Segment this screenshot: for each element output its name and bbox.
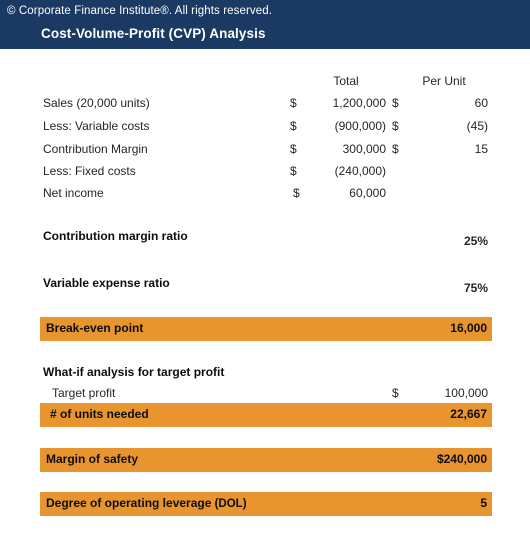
- variable-expense-ratio-label: Variable expense ratio: [43, 276, 170, 290]
- table-cell-per-unit: (45): [466, 119, 488, 133]
- table-row-label: Less: Variable costs: [43, 119, 150, 133]
- what-if-heading: What-if analysis for target profit: [43, 365, 225, 379]
- table-cell-total: 1,200,000: [332, 96, 386, 110]
- margin-of-safety-row: Margin of safety $240,000: [40, 448, 492, 472]
- variable-expense-ratio-value: 75%: [463, 281, 488, 295]
- dol-label-sub: (DOL): [211, 498, 247, 510]
- table-row-label: Sales (20,000 units): [43, 96, 150, 110]
- table-cell-total: 60,000: [349, 186, 386, 200]
- margin-of-safety-label: Margin of safety: [46, 452, 139, 466]
- table-cell-total: (240,000): [334, 164, 386, 178]
- column-header-per-unit: Per Unit: [422, 74, 466, 88]
- copyright-notice: © Corporate Finance Institute®. All righ…: [7, 5, 273, 17]
- break-even-value: 16,000: [450, 321, 487, 335]
- table-cell-per-unit: 15: [474, 142, 488, 156]
- table-row-label: Net income: [43, 186, 104, 200]
- target-profit-value: 100,000: [444, 386, 488, 400]
- dol-row: Degree of operating leverage (DOL) 5: [40, 492, 492, 516]
- table-row-label: Less: Fixed costs: [43, 164, 136, 178]
- dol-label: Degree of operating leverage (DOL): [46, 496, 247, 510]
- table-cell-total: (900,000): [334, 119, 386, 133]
- units-needed-value: 22,667: [450, 407, 487, 421]
- contribution-margin-ratio-label: Contribution margin ratio: [43, 229, 188, 243]
- table-cell-total: 300,000: [342, 142, 386, 156]
- break-even-label: Break-even point: [46, 321, 144, 335]
- dol-label-main: Degree of operating leverage: [46, 496, 212, 510]
- column-header-total: Total: [333, 74, 359, 88]
- target-profit-label: Target profit: [52, 386, 116, 400]
- units-needed-row: # of units needed 22,667: [40, 403, 492, 427]
- table-cell-per-unit: 60: [474, 96, 488, 110]
- break-even-row: Break-even point 16,000: [40, 317, 492, 341]
- table-row-label: Contribution Margin: [43, 142, 148, 156]
- units-needed-label: # of units needed: [50, 407, 149, 421]
- page-title: Cost-Volume-Profit (CVP) Analysis: [41, 26, 266, 41]
- dol-value: 5: [480, 496, 487, 510]
- margin-of-safety-value: $240,000: [436, 452, 487, 466]
- contribution-margin-ratio-value: 25%: [463, 234, 488, 248]
